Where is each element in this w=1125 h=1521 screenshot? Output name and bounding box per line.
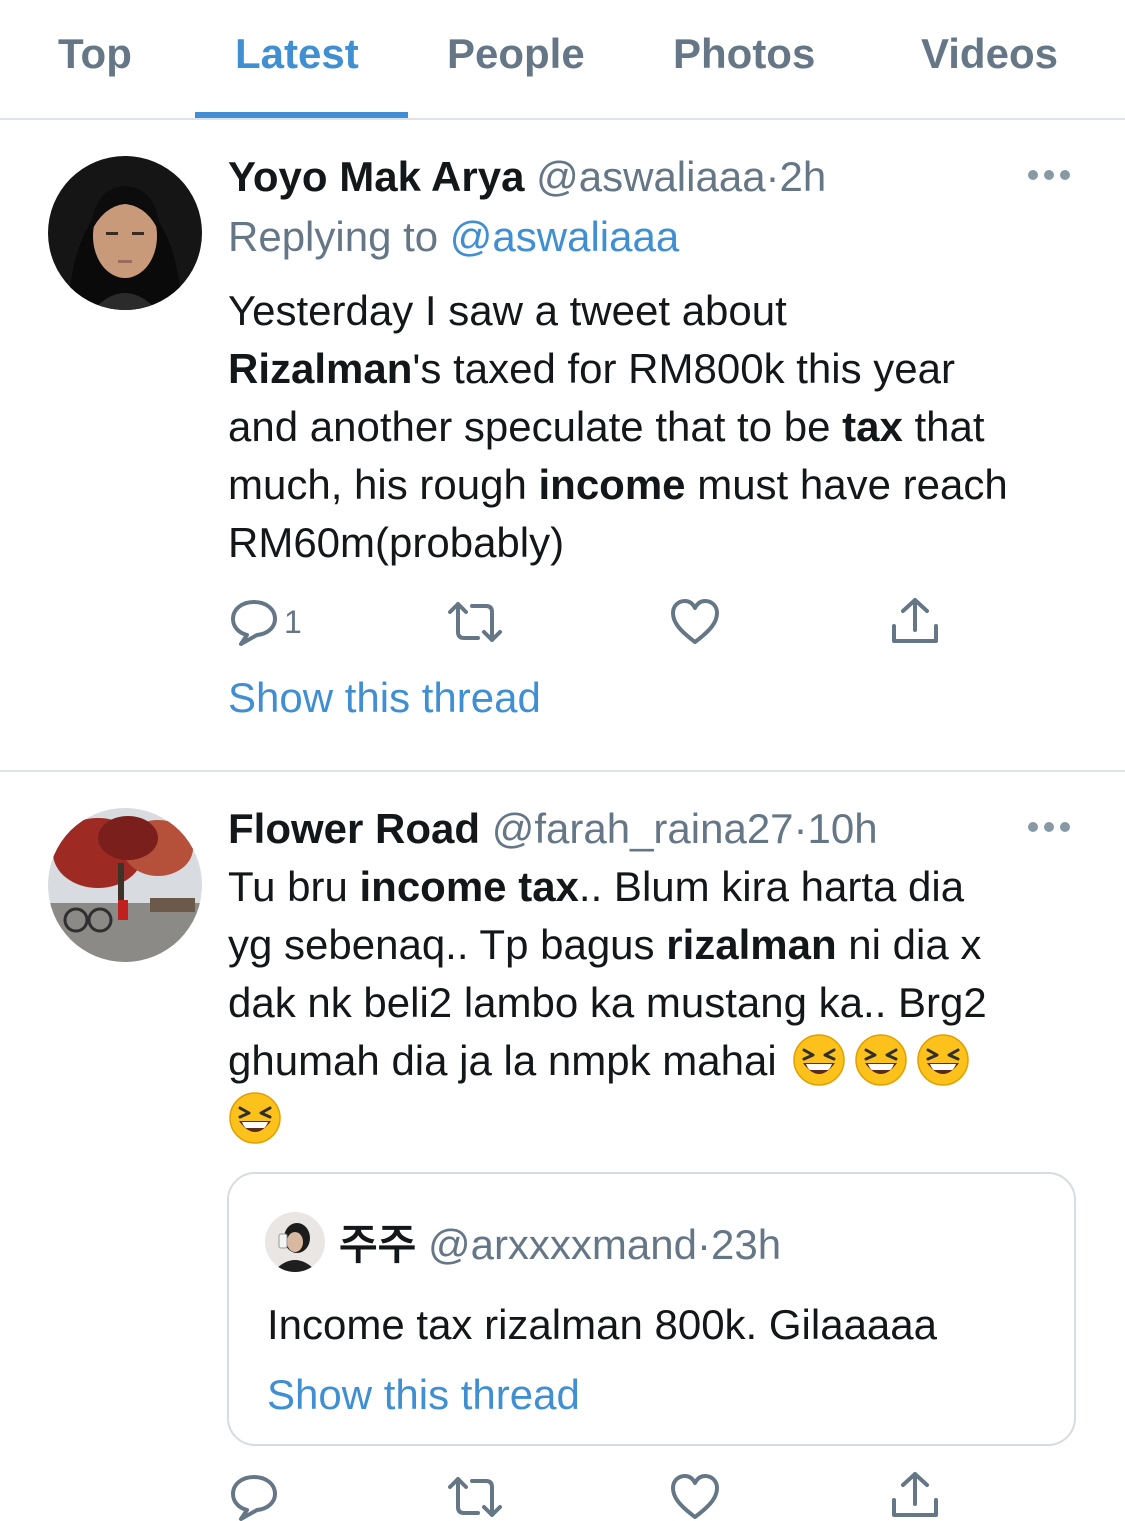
quoted-timestamp[interactable]: 23h <box>711 1221 781 1268</box>
laughing-emoji-icon <box>917 1034 970 1086</box>
tweet-text-line: Yesterday I saw a tweet about <box>228 287 787 334</box>
tab-photos[interactable]: Photos <box>673 30 815 78</box>
text-span: 's taxed for RM800k this year <box>412 345 955 392</box>
share-icon <box>892 598 938 643</box>
search-tabs: Top Latest People Photos Videos <box>0 0 1125 120</box>
reply-button[interactable] <box>229 1473 279 1521</box>
keyword-highlight: tax <box>842 403 903 450</box>
tweet-text: Tu bru income tax.. Blum kira harta dia … <box>228 858 1098 1148</box>
tweet-text-line: and another speculate that to be tax tha… <box>228 398 1098 456</box>
quoted-tweet-text: Income tax rizalman 800k. Gilaaaaa <box>267 1301 938 1348</box>
keyword-highlight: income tax <box>359 863 579 910</box>
retweet-icon <box>448 1477 502 1517</box>
tab-top[interactable]: Top <box>58 30 132 78</box>
tweet-text: Yesterday I saw a tweet about Rizalman's… <box>228 282 1098 572</box>
tweet-text-line: Rizalman's taxed for RM800k this year <box>228 340 1098 398</box>
text-span: must have reach <box>685 461 1008 508</box>
like-button[interactable] <box>669 598 721 646</box>
text-span: Tu bru <box>228 863 360 910</box>
share-button[interactable] <box>889 596 941 646</box>
reply-icon <box>231 1475 277 1521</box>
user-handle[interactable]: @aswaliaaa <box>536 153 765 200</box>
quoted-display-name[interactable]: 주주 <box>339 1220 416 1269</box>
retweet-button[interactable] <box>446 1475 504 1519</box>
like-button[interactable] <box>669 1473 721 1521</box>
text-span: .. Blum kira harta dia <box>578 863 965 910</box>
share-button[interactable] <box>889 1470 941 1520</box>
replying-to-label: Replying to <box>228 213 439 260</box>
keyword-highlight: Rizalman <box>228 345 413 392</box>
display-name[interactable]: Yoyo Mak Arya <box>228 153 524 200</box>
reply-button[interactable] <box>229 598 279 646</box>
more-icon[interactable] <box>1028 168 1072 182</box>
text-span: and another speculate that to be <box>228 403 843 450</box>
tweet-header: Flower Road @farah_raina27·10h <box>228 808 878 850</box>
tab-people[interactable]: People <box>447 30 585 78</box>
tweet-divider <box>0 770 1125 772</box>
quoted-show-thread-link[interactable]: Show this thread <box>267 1374 580 1416</box>
separator-dot: · <box>765 153 780 200</box>
quoted-user-handle[interactable]: @arxxxxmand <box>428 1221 697 1268</box>
avatar[interactable] <box>48 156 202 310</box>
quoted-avatar[interactable] <box>265 1212 325 1272</box>
tweet-text-line: Tu bru income tax.. Blum kira harta dia <box>228 858 1098 916</box>
keyword-highlight: rizalman <box>666 921 837 968</box>
laughing-emoji-icon <box>855 1034 908 1086</box>
tab-videos[interactable]: Videos <box>921 30 1058 78</box>
quoted-tweet[interactable]: 주주 @arxxxxmand·23h Income tax rizalman 8… <box>227 1172 1076 1446</box>
user-handle[interactable]: @farah_raina27 <box>492 805 794 852</box>
reply-icon <box>231 600 277 646</box>
text-span: yg sebenaq.. Tp bagus <box>228 921 667 968</box>
tweet-text-line: dak nk beli2 lambo ka mustang ka.. Brg2 <box>228 979 987 1026</box>
tab-latest[interactable]: Latest <box>235 30 359 78</box>
like-icon <box>671 599 719 644</box>
retweet-icon <box>448 602 502 642</box>
like-icon <box>671 1474 719 1519</box>
show-thread-link[interactable]: Show this thread <box>228 677 541 719</box>
share-icon <box>892 1472 938 1517</box>
tweet-text-line: much, his rough income must have reach <box>228 456 1098 514</box>
timestamp[interactable]: 2h <box>780 153 827 200</box>
laughing-emoji-icon <box>229 1092 281 1144</box>
text-span: that <box>902 403 985 450</box>
laughing-emoji-icon <box>793 1034 846 1086</box>
tweet-text-line: RM60m(probably) <box>228 519 565 566</box>
separator-dot: · <box>697 1221 711 1268</box>
timestamp[interactable]: 10h <box>808 805 878 852</box>
tweet-text-line <box>228 1090 1098 1148</box>
tweet-text-line: ghumah dia ja la nmpk mahai <box>228 1032 1098 1090</box>
avatar[interactable] <box>48 808 202 962</box>
tweet-header: Yoyo Mak Arya @aswaliaaa·2h <box>228 156 826 198</box>
reply-mention-link[interactable]: @aswaliaaa <box>450 213 679 260</box>
text-span: much, his rough <box>228 461 539 508</box>
keyword-highlight: income <box>538 461 686 508</box>
separator-dot: · <box>793 805 808 852</box>
text-span: ghumah dia ja la nmpk mahai <box>228 1037 777 1084</box>
reply-count: 1 <box>284 604 302 640</box>
quoted-tweet-header: 주주 @arxxxxmand·23h <box>339 1224 781 1266</box>
tweet-text-line: yg sebenaq.. Tp bagus rizalman ni dia x <box>228 916 1098 974</box>
replying-to: Replying to @aswaliaaa <box>228 216 679 258</box>
retweet-button[interactable] <box>446 600 504 644</box>
text-span: ni dia x <box>836 921 982 968</box>
more-icon[interactable] <box>1028 820 1072 834</box>
display-name[interactable]: Flower Road <box>228 805 480 852</box>
active-tab-indicator <box>195 112 408 118</box>
